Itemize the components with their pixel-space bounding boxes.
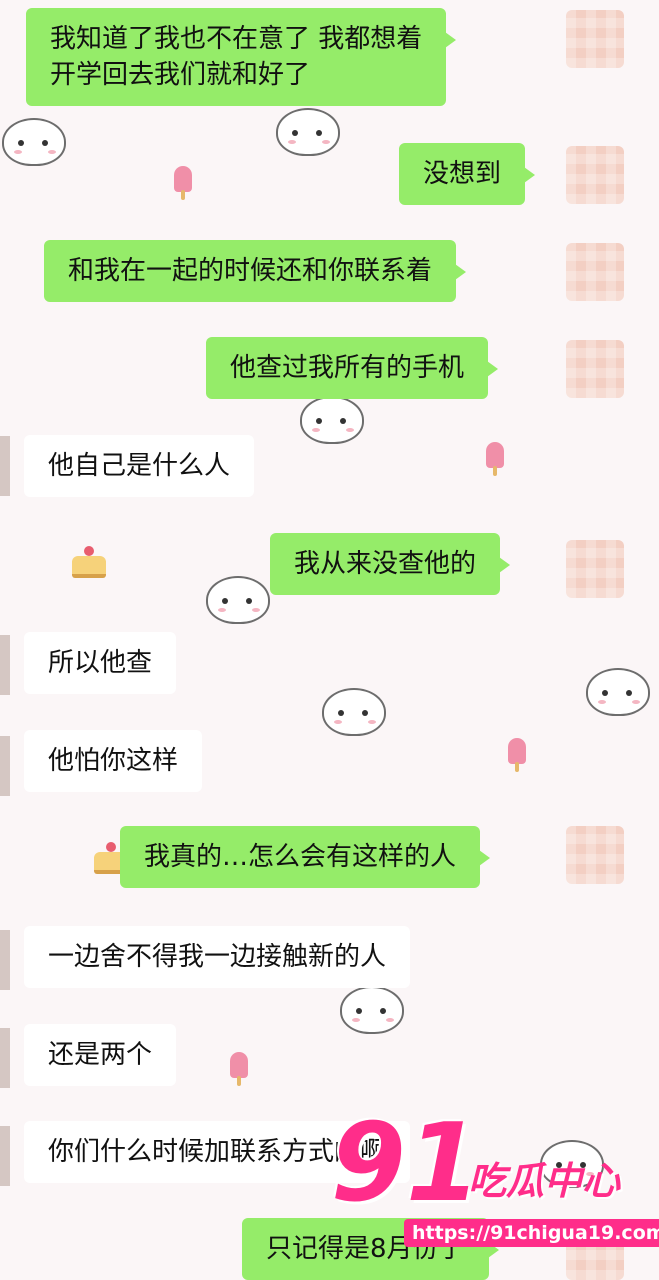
cat-doodle-icon	[2, 118, 66, 166]
message-bubble-outgoing[interactable]: 和我在一起的时候还和你联系着	[44, 240, 467, 302]
message-text: 他自己是什么人	[48, 451, 231, 481]
cat-doodle-icon	[300, 396, 364, 444]
message-text: 和我在一起的时候还和你联系着	[68, 256, 433, 286]
self-avatar[interactable]	[566, 243, 624, 301]
message-bubble-outgoing[interactable]: 我从来没查他的	[270, 533, 511, 595]
message-text: 所以他查	[48, 648, 153, 678]
message-bubble-outgoing[interactable]: 我真的…怎么会有这样的人	[120, 826, 491, 888]
message-text: 我从来没查他的	[294, 549, 477, 579]
message-bubble-incoming[interactable]: 一边舍不得我一边接触新的人	[24, 926, 411, 988]
message-text: 没想到	[423, 159, 502, 189]
popsicle-doodle-icon	[508, 738, 526, 772]
contact-avatar[interactable]	[0, 1126, 10, 1186]
watermark-number: 91	[330, 1101, 481, 1226]
watermark-title: 吃瓜中心	[468, 1159, 621, 1203]
message-text: 我知道了我也不在意了 我都想着	[50, 24, 423, 54]
self-avatar[interactable]	[566, 826, 624, 884]
contact-avatar[interactable]	[0, 436, 10, 496]
cat-doodle-icon	[340, 986, 404, 1034]
contact-avatar[interactable]	[0, 736, 10, 796]
cat-doodle-icon	[586, 668, 650, 716]
self-avatar[interactable]	[566, 340, 624, 398]
popsicle-doodle-icon	[486, 442, 504, 476]
message-bubble-outgoing[interactable]: 没想到	[399, 143, 536, 205]
watermark-url: https://91chigua19.com	[404, 1219, 659, 1247]
message-text: 我真的…怎么会有这样的人	[144, 842, 457, 872]
contact-avatar[interactable]	[0, 1028, 10, 1088]
message-bubble-outgoing[interactable]: 他查过我所有的手机	[206, 337, 499, 399]
message-text: 一边舍不得我一边接触新的人	[48, 942, 387, 972]
contact-avatar[interactable]	[0, 635, 10, 695]
cat-doodle-icon	[206, 576, 270, 624]
cat-doodle-icon	[322, 688, 386, 736]
self-avatar[interactable]	[566, 146, 624, 204]
message-text: 还是两个	[48, 1040, 153, 1070]
self-avatar[interactable]	[566, 10, 624, 68]
chat-area[interactable]: 我知道了我也不在意了 我都想着 开学回去我们就和好了 没想到 和我在一起的时候还…	[0, 0, 659, 1280]
message-text: 他怕你这样	[48, 746, 179, 776]
message-bubble-outgoing[interactable]: 我知道了我也不在意了 我都想着 开学回去我们就和好了	[26, 8, 457, 106]
contact-avatar[interactable]	[0, 930, 10, 990]
popsicle-doodle-icon	[230, 1052, 248, 1086]
popsicle-doodle-icon	[174, 166, 192, 200]
message-text: 开学回去我们就和好了	[50, 60, 311, 90]
self-avatar[interactable]	[566, 540, 624, 598]
message-bubble-incoming[interactable]: 还是两个	[24, 1024, 177, 1086]
message-bubble-incoming[interactable]: 他自己是什么人	[24, 435, 255, 497]
message-text: 他查过我所有的手机	[230, 353, 465, 383]
cat-doodle-icon	[276, 108, 340, 156]
pudding-doodle-icon	[72, 546, 106, 578]
message-bubble-incoming[interactable]: 他怕你这样	[24, 730, 203, 792]
message-bubble-incoming[interactable]: 所以他查	[24, 632, 177, 694]
